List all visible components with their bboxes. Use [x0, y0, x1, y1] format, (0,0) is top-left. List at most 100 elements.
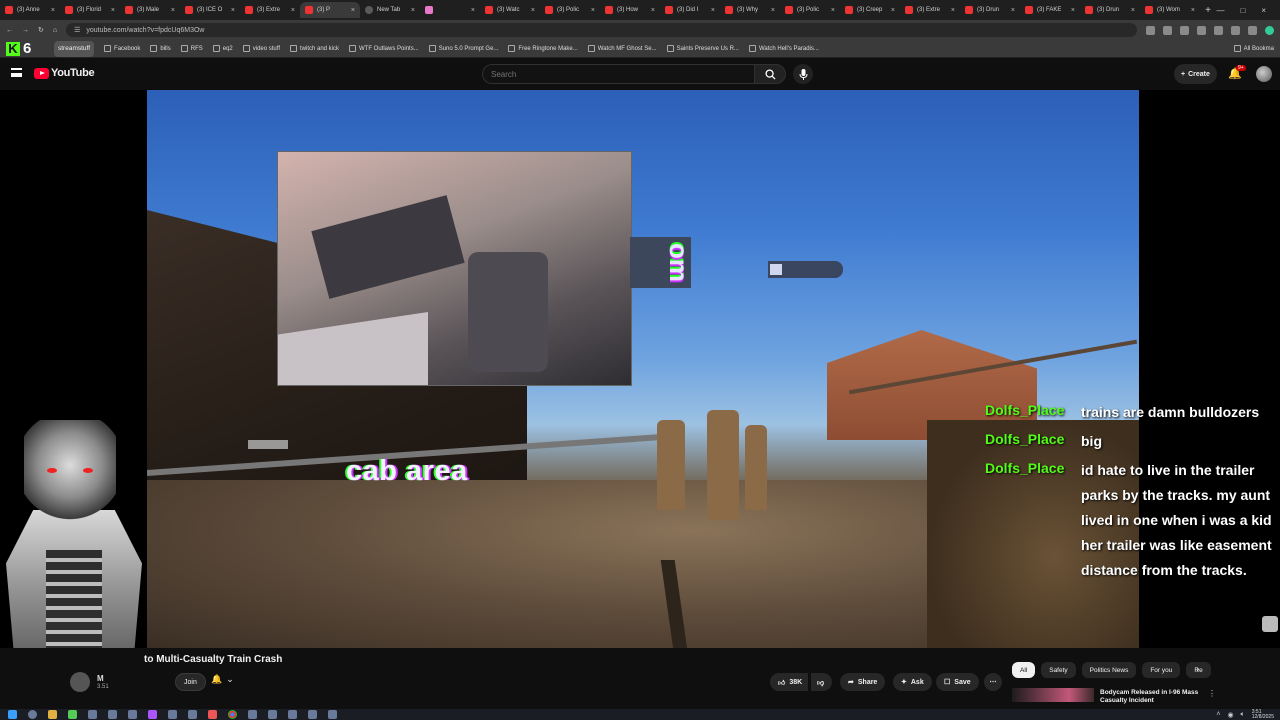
maximize-icon[interactable]: □	[1240, 6, 1245, 15]
windows-start-icon[interactable]	[8, 710, 17, 719]
bookmark-item[interactable]: Saints Preserve Us R...	[666, 45, 739, 52]
create-button[interactable]: + Create	[1174, 64, 1217, 84]
settings-icon[interactable]	[328, 710, 337, 719]
extension-icon[interactable]	[1214, 25, 1223, 35]
browser-tab[interactable]: (3) ICE O ×	[180, 2, 240, 18]
close-window-icon[interactable]: ×	[1261, 6, 1266, 15]
browser-tab[interactable]: (3) Polic ×	[540, 2, 600, 18]
site-info-icon[interactable]: ☰	[74, 26, 80, 34]
app-icon[interactable]	[248, 710, 257, 719]
browser-tab[interactable]: (3) Drun ×	[1080, 2, 1140, 18]
extension-icon[interactable]	[1180, 25, 1189, 35]
bookmark-item[interactable]: WTF Outlaws Points...	[349, 45, 419, 52]
bookmark-item[interactable]: video stuff	[242, 45, 280, 52]
related-video-thumbnail[interactable]	[1012, 688, 1094, 702]
close-icon[interactable]: ×	[651, 7, 655, 14]
voice-search-button[interactable]	[793, 64, 813, 84]
minimize-icon[interactable]: —	[1216, 6, 1224, 15]
close-icon[interactable]: ×	[531, 7, 535, 14]
file-explorer-icon[interactable]	[48, 710, 57, 719]
filter-chip[interactable]: For you	[1142, 662, 1181, 678]
address-bar[interactable]: ☰ youtube.com/watch?v=fpdcUq6M3Ow	[66, 23, 1137, 37]
close-icon[interactable]: ×	[1011, 7, 1015, 14]
filter-chip[interactable]: Safety	[1041, 662, 1076, 678]
app-icon[interactable]	[148, 710, 157, 719]
close-icon[interactable]: ×	[351, 7, 355, 14]
browser-tab[interactable]: (3) Did I ×	[660, 2, 720, 18]
extension-icon[interactable]	[1146, 25, 1155, 35]
bookmark-item[interactable]: twitch and kick	[290, 45, 339, 52]
close-icon[interactable]: ×	[1131, 7, 1135, 14]
volume-icon[interactable]: 🔈︎	[1241, 711, 1245, 719]
profile-icon[interactable]	[1265, 25, 1274, 35]
app-icon[interactable]	[128, 710, 137, 719]
app-icon[interactable]	[188, 710, 197, 719]
bookmark-item[interactable]: Free Ringtone Make...	[508, 45, 578, 52]
more-vertical-icon[interactable]: ⋮	[1208, 689, 1216, 698]
extension-icon[interactable]	[1197, 25, 1206, 35]
bookmark-item[interactable]: Watch MF Ghost Se...	[587, 45, 657, 52]
search-icon[interactable]	[28, 710, 37, 719]
close-icon[interactable]: ×	[771, 7, 775, 14]
chevron-right-icon[interactable]: ›	[1196, 664, 1199, 675]
reload-icon[interactable]: ↻	[38, 26, 44, 34]
search-input[interactable]	[482, 64, 754, 84]
close-icon[interactable]: ×	[51, 7, 55, 14]
extension-icon[interactable]	[1163, 25, 1172, 35]
bookmark-item[interactable]: Watch Hell's Paradis...	[748, 45, 819, 52]
browser-tab[interactable]: ×	[420, 2, 480, 18]
bookmark-item[interactable]: streamstuff	[54, 40, 95, 57]
close-icon[interactable]: ×	[1191, 7, 1195, 14]
browser-tab[interactable]: (3) Polic ×	[780, 2, 840, 18]
dislike-button[interactable]: 👎︎	[811, 673, 833, 691]
download-icon[interactable]	[1248, 25, 1257, 35]
close-icon[interactable]: ×	[891, 7, 895, 14]
browser-tab[interactable]: (3) Wom ×	[1140, 2, 1200, 18]
share-button[interactable]: ➦ Share	[840, 673, 886, 691]
clock[interactable]: 3:51 12/8/2025	[1252, 709, 1274, 720]
close-icon[interactable]: ×	[411, 7, 415, 14]
bookmark-item[interactable]: eq2	[212, 45, 233, 52]
close-icon[interactable]: ×	[951, 7, 955, 14]
bookmark-item[interactable]: Suno 5.0 Prompt Ge...	[428, 45, 498, 52]
chevron-up-icon[interactable]: ˄	[1216, 711, 1220, 718]
browser-tab[interactable]: (3) Creep ×	[840, 2, 900, 18]
save-button[interactable]: ☐ Save	[936, 673, 979, 691]
browser-tab[interactable]: (3) Male ×	[120, 2, 180, 18]
close-icon[interactable]: ×	[291, 7, 295, 14]
close-icon[interactable]: ×	[831, 7, 835, 14]
close-icon[interactable]: ×	[111, 7, 115, 14]
browser-tab[interactable]: (3) Extre ×	[240, 2, 300, 18]
browser-tab[interactable]: New Tab ×	[360, 2, 420, 18]
related-video-title[interactable]: Bodycam Released in I-96 Mass Casualty I…	[1100, 689, 1210, 705]
bookmark-item[interactable]: RFS	[180, 45, 203, 52]
filter-chip[interactable]: All	[1012, 662, 1036, 678]
youtube-logo[interactable]: YouTube	[34, 67, 95, 79]
new-tab-button[interactable]: +	[1200, 5, 1216, 16]
browser-tab[interactable]: (3) Watc ×	[480, 2, 540, 18]
close-icon[interactable]: ×	[591, 7, 595, 14]
like-button[interactable]: 👍︎ 38K	[770, 673, 809, 691]
all-bookmarks[interactable]: All Bookma	[1233, 45, 1274, 52]
join-button[interactable]: Join	[175, 673, 206, 691]
account-avatar[interactable]	[1256, 66, 1272, 82]
close-icon[interactable]: ×	[231, 7, 235, 14]
app-icon[interactable]	[168, 710, 177, 719]
channel-name[interactable]: M	[97, 674, 104, 683]
filter-chip[interactable]: Politics News	[1081, 662, 1137, 678]
channel-avatar[interactable]	[70, 672, 90, 692]
network-icon[interactable]: ◉	[1227, 711, 1233, 719]
home-icon[interactable]: ⌂	[53, 27, 57, 34]
browser-tab[interactable]: (3) P ×	[300, 2, 360, 18]
browser-tab[interactable]: (3) Drun ×	[960, 2, 1020, 18]
forward-icon[interactable]: →	[22, 27, 29, 34]
browser-tab[interactable]: (3) How ×	[600, 2, 660, 18]
browser-tab[interactable]: (3) FAKE ×	[1020, 2, 1080, 18]
subscription-bell-button[interactable]: 🔔 ⌄	[211, 674, 234, 685]
close-icon[interactable]: ×	[711, 7, 715, 14]
bookmark-item[interactable]: bills	[150, 45, 171, 52]
more-actions-button[interactable]: ⋯	[984, 673, 1002, 691]
chrome-icon[interactable]	[228, 710, 237, 719]
browser-tab[interactable]: (3) Anne ×	[0, 2, 60, 18]
menu-icon[interactable]	[11, 68, 22, 77]
